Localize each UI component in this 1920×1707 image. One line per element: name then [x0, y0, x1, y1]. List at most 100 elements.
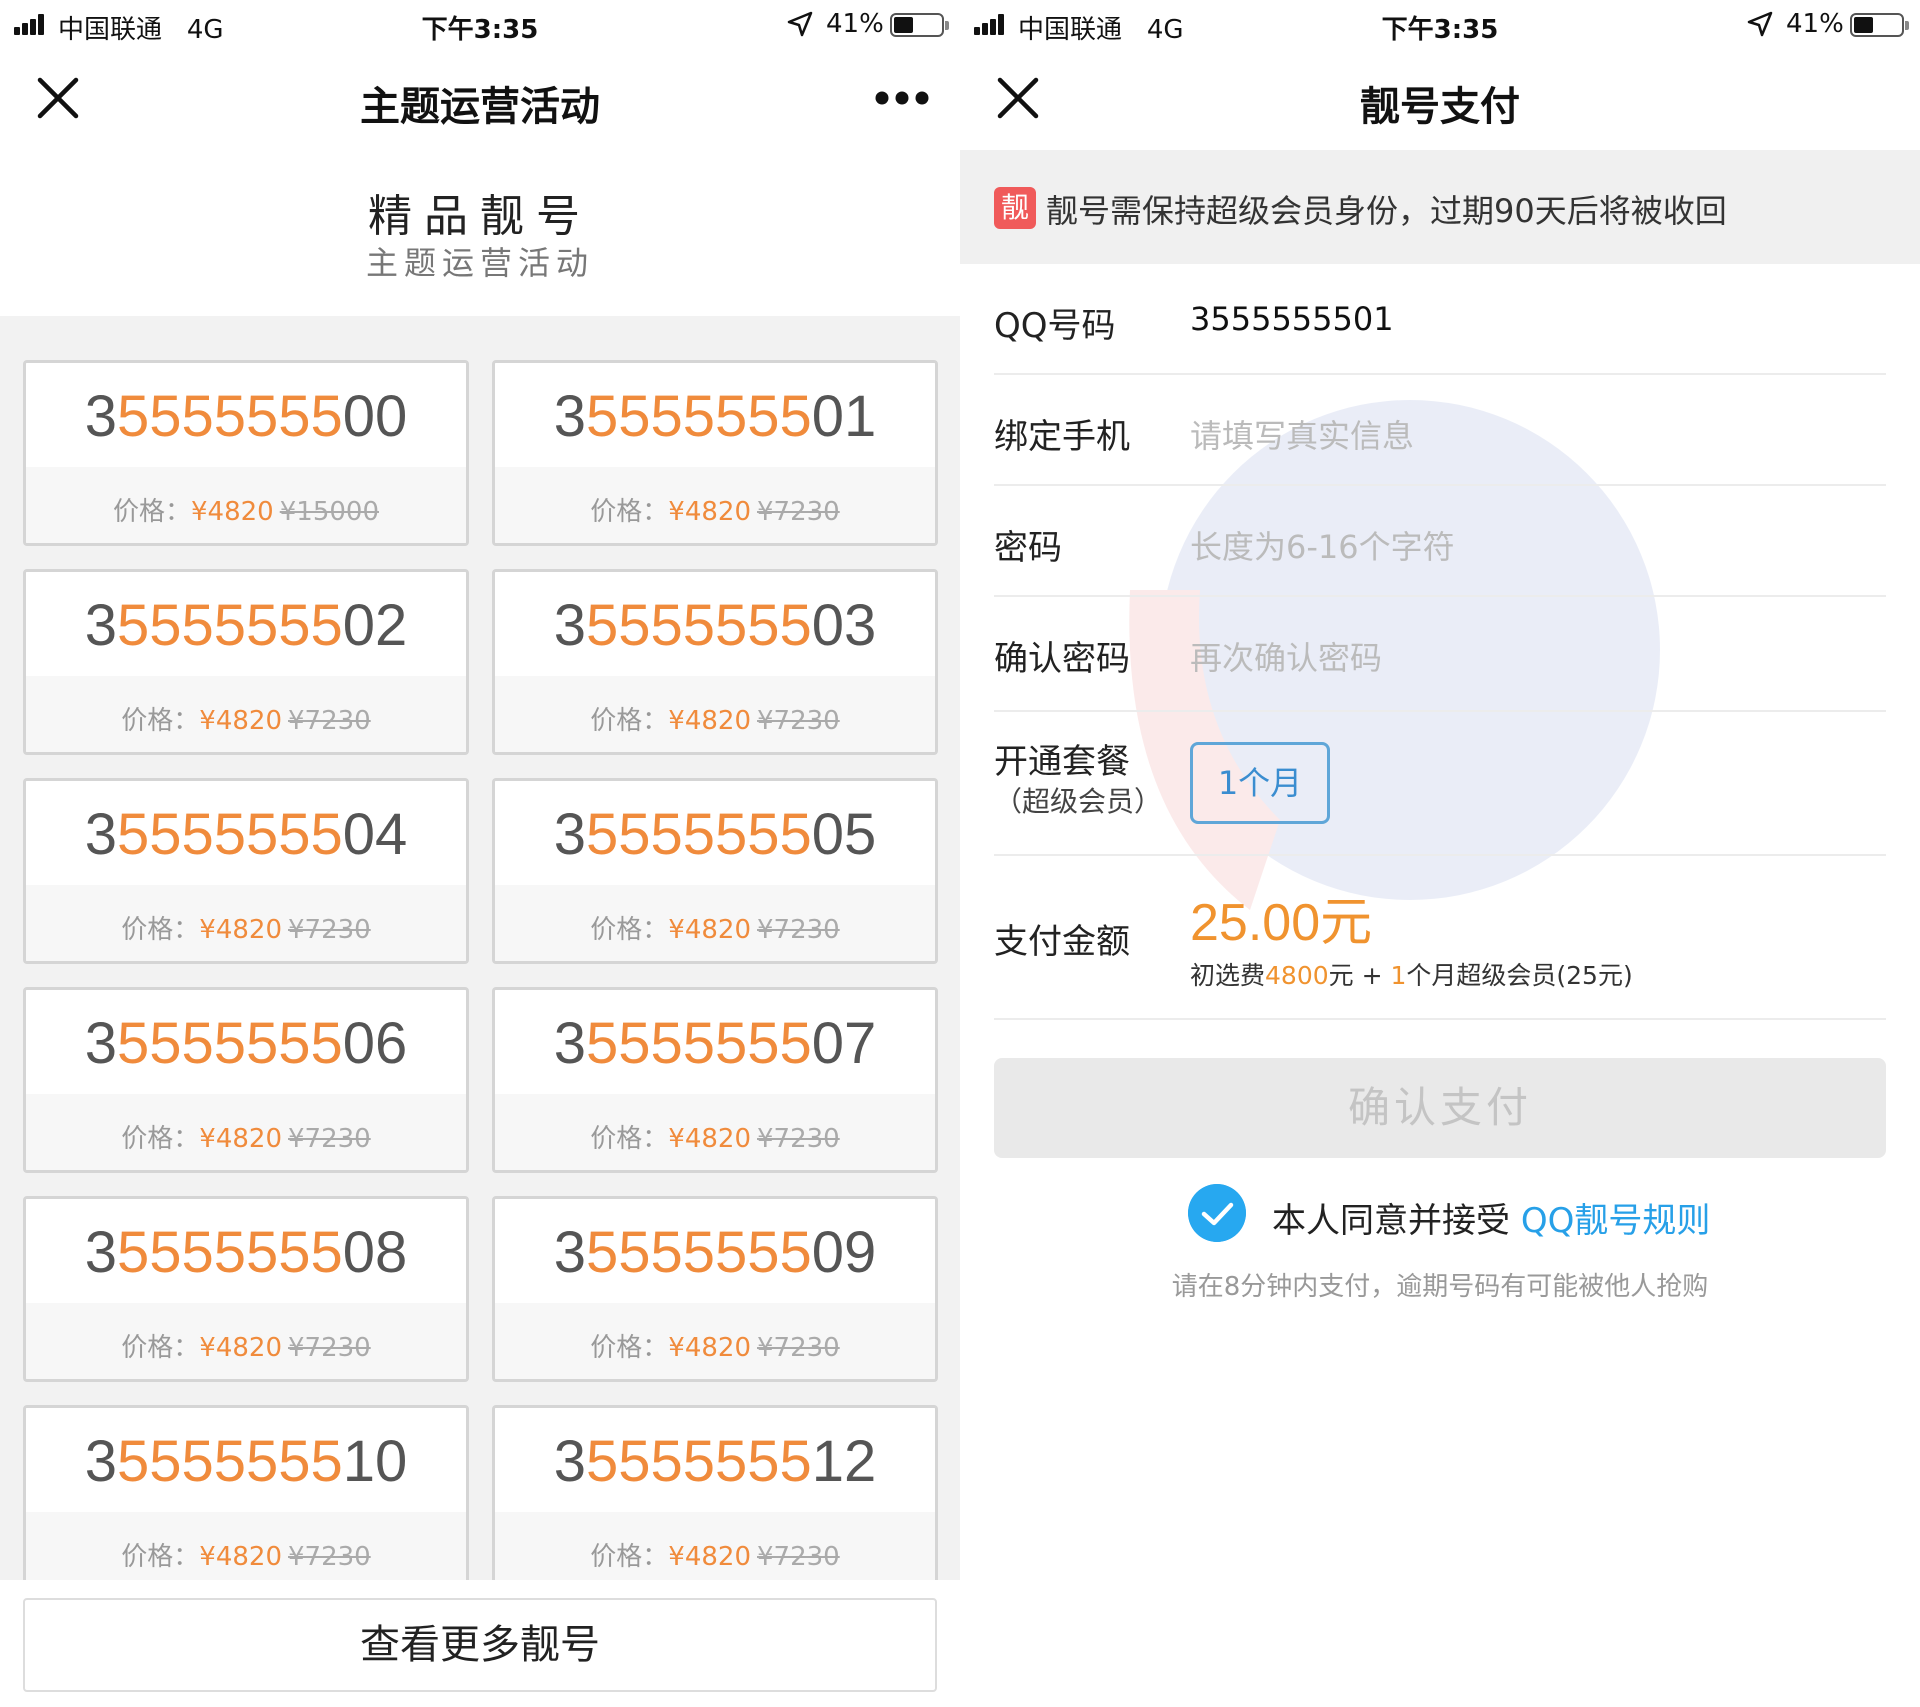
- card-price: 价格：¥4820 ¥7230: [590, 915, 840, 945]
- confirm-password-label: 确认密码: [994, 639, 1130, 679]
- card-number: 3555555512: [553, 1429, 877, 1494]
- confirm-payment-button[interactable]: 确认支付: [994, 1058, 1886, 1158]
- current-price: ¥4820: [191, 497, 274, 527]
- card-number: 3555555508: [84, 1220, 408, 1285]
- original-price: ¥7230: [288, 706, 371, 736]
- page-title: 主题运营活动: [360, 84, 600, 130]
- original-price: ¥7230: [288, 1124, 371, 1154]
- number-card[interactable]: 3555555503 价格：¥4820 ¥7230: [492, 569, 938, 755]
- section-header: 精品靓号 主题运营活动: [0, 150, 960, 316]
- payment-detail: 初选费4800元 + 1个月超级会员(25元): [1190, 961, 1633, 990]
- nav-bar: 主题运营活动: [0, 50, 960, 150]
- view-more-button[interactable]: 查看更多靓号: [23, 1598, 937, 1692]
- price-area: 价格：¥4820 ¥7230: [495, 885, 935, 961]
- more-icon[interactable]: [874, 90, 930, 106]
- card-price: 价格：¥4820 ¥7230: [590, 1333, 840, 1363]
- original-price: ¥7230: [757, 497, 840, 527]
- package-sublabel: （超级会员）: [994, 785, 1163, 818]
- card-price: 价格：¥4820 ¥15000: [113, 497, 379, 527]
- original-price: ¥7230: [757, 706, 840, 736]
- number-area: 3555555502: [26, 572, 466, 676]
- number-card[interactable]: 3555555500 价格：¥4820 ¥15000: [23, 360, 469, 546]
- current-price: ¥4820: [199, 1542, 282, 1572]
- number-card[interactable]: 3555555504 价格：¥4820 ¥7230: [23, 778, 469, 964]
- original-price: ¥7230: [757, 915, 840, 945]
- section-title: 精品靓号: [368, 191, 592, 242]
- phone-row[interactable]: 绑定手机 请填写真实信息: [994, 375, 1886, 486]
- price-area: 价格：¥4820 ¥7230: [26, 1094, 466, 1170]
- checkbox-checked-icon[interactable]: [1188, 1184, 1246, 1242]
- battery-percent: 41%: [826, 9, 884, 39]
- price-area: 价格：¥4820 ¥7230: [495, 1303, 935, 1379]
- number-area: 3555555508: [26, 1199, 466, 1303]
- card-number: 3555555502: [84, 593, 408, 658]
- location-arrow-icon: [1747, 11, 1773, 37]
- original-price: ¥7230: [288, 915, 371, 945]
- card-number: 3555555505: [553, 802, 877, 867]
- phone-input[interactable]: 请填写真实信息: [1190, 411, 1414, 457]
- card-price: 价格：¥4820 ¥7230: [121, 1124, 371, 1154]
- card-price: 价格：¥4820 ¥7230: [590, 497, 840, 527]
- number-area: 3555555500: [26, 363, 466, 467]
- current-price: ¥4820: [668, 497, 751, 527]
- number-card[interactable]: 3555555502 价格：¥4820 ¥7230: [23, 569, 469, 755]
- agreement-text: 本人同意并接受 QQ靓号规则: [1272, 1201, 1711, 1241]
- price-area: 价格：¥4820 ¥7230: [26, 1303, 466, 1379]
- number-card[interactable]: 3555555510 价格：¥4820 ¥7230: [23, 1405, 469, 1580]
- original-price: ¥7230: [757, 1124, 840, 1154]
- battery-icon: [1850, 13, 1909, 37]
- nav-bar: 靓号支付: [960, 50, 1920, 150]
- number-card[interactable]: 3555555509 价格：¥4820 ¥7230: [492, 1196, 938, 1382]
- price-area: 价格：¥4820 ¥7230: [495, 1094, 935, 1170]
- price-area: 价格：¥4820 ¥7230: [26, 676, 466, 752]
- original-price: ¥15000: [279, 497, 379, 527]
- number-card[interactable]: 3555555501 价格：¥4820 ¥7230: [492, 360, 938, 546]
- price-area: 价格：¥4820 ¥7230: [495, 676, 935, 752]
- number-card[interactable]: 3555555512 价格：¥4820 ¥7230: [492, 1405, 938, 1580]
- confirm-password-row[interactable]: 确认密码 再次确认密码: [994, 597, 1886, 712]
- number-card[interactable]: 3555555507 价格：¥4820 ¥7230: [492, 987, 938, 1173]
- confirm-password-input[interactable]: 再次确认密码: [1190, 633, 1382, 679]
- password-row[interactable]: 密码 长度为6-16个字符: [994, 486, 1886, 597]
- card-number: 3555555507: [553, 1011, 877, 1076]
- card-number: 3555555504: [84, 802, 408, 867]
- payment-label: 支付金额: [994, 922, 1130, 962]
- payment-row: 支付金额 25.00元 初选费4800元 + 1个月超级会员(25元): [994, 856, 1886, 1020]
- current-price: ¥4820: [199, 706, 282, 736]
- card-price: 价格：¥4820 ¥7230: [121, 706, 371, 736]
- number-area: 3555555510: [26, 1408, 466, 1512]
- number-card[interactable]: 3555555508 价格：¥4820 ¥7230: [23, 1196, 469, 1382]
- number-card[interactable]: 3555555506 价格：¥4820 ¥7230: [23, 987, 469, 1173]
- current-price: ¥4820: [668, 1333, 751, 1363]
- card-number: 3555555510: [84, 1429, 408, 1494]
- password-input[interactable]: 长度为6-16个字符: [1190, 522, 1455, 568]
- current-price: ¥4820: [668, 1542, 751, 1572]
- price-area: 价格：¥4820 ¥7230: [495, 1512, 935, 1580]
- agreement-row: 本人同意并接受 QQ靓号规则: [960, 1180, 1920, 1244]
- password-label: 密码: [994, 528, 1062, 568]
- original-price: ¥7230: [288, 1542, 371, 1572]
- current-price: ¥4820: [668, 915, 751, 945]
- qq-number-label: QQ号码: [994, 306, 1116, 346]
- number-area: 3555555503: [495, 572, 935, 676]
- payment-tip: 请在8分钟内支付，逾期号码有可能被他人抢购: [1171, 1272, 1709, 1302]
- status-bar: 中国联通 4G 下午3:35 41%: [960, 0, 1920, 50]
- original-price: ¥7230: [757, 1542, 840, 1572]
- package-label: 开通套餐: [994, 742, 1130, 782]
- page-title: 靓号支付: [1360, 84, 1520, 130]
- card-price: 价格：¥4820 ¥7230: [121, 1542, 371, 1572]
- battery-percent: 41%: [1786, 9, 1844, 39]
- number-card[interactable]: 3555555505 价格：¥4820 ¥7230: [492, 778, 938, 964]
- card-price: 价格：¥4820 ¥7230: [121, 1333, 371, 1363]
- card-number: 3555555503: [553, 593, 877, 658]
- original-price: ¥7230: [757, 1333, 840, 1363]
- package-option-1-month[interactable]: 1个月: [1190, 742, 1330, 824]
- qq-number-row: QQ号码 3555555501: [994, 264, 1886, 375]
- rules-link[interactable]: QQ靓号规则: [1521, 1201, 1711, 1241]
- number-area: 3555555507: [495, 990, 935, 1094]
- number-area: 3555555512: [495, 1408, 935, 1512]
- left-screen: 中国联通 4G 下午3:35 41% 主题运营活动 精品靓号 主题运营活动 35…: [0, 0, 960, 1707]
- price-area: 价格：¥4820 ¥7230: [495, 467, 935, 543]
- number-area: 3555555506: [26, 990, 466, 1094]
- original-price: ¥7230: [288, 1333, 371, 1363]
